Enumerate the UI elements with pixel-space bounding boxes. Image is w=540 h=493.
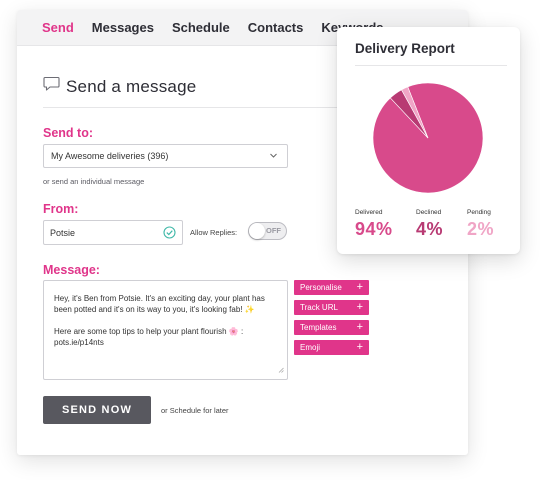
tab-contacts[interactable]: Contacts	[248, 20, 304, 35]
stat-pending: Pending 2%	[467, 209, 494, 240]
send-now-button[interactable]: SEND NOW	[43, 396, 151, 424]
tab-messages[interactable]: Messages	[92, 20, 154, 35]
message-label: Message:	[43, 263, 100, 277]
delivery-report-card: Delivery Report Delivered 94% Declined 4…	[337, 27, 520, 254]
from-label: From:	[43, 202, 79, 216]
stat-declined: Declined 4%	[416, 209, 443, 240]
emoji-button[interactable]: Emoji +	[294, 340, 369, 355]
plus-icon: +	[356, 321, 363, 333]
templates-label: Templates	[300, 323, 337, 332]
sender-name-value: Potsie	[50, 227, 76, 238]
message-textarea[interactable]: Hey, it's Ben from Potsie. It's an excit…	[43, 280, 288, 380]
resize-handle-icon[interactable]	[278, 365, 284, 376]
check-circle-icon	[163, 226, 176, 241]
message-paragraph: Here are some top tips to help your plan…	[54, 327, 244, 347]
sender-name-field[interactable]: Potsie	[43, 220, 183, 245]
stat-label: Pending	[467, 209, 491, 216]
personalise-label: Personalise	[300, 283, 342, 292]
tab-schedule[interactable]: Schedule	[172, 20, 230, 35]
emoji-label: Emoji	[300, 343, 321, 352]
personalise-button[interactable]: Personalise +	[294, 280, 369, 295]
delivery-pie-chart	[372, 82, 484, 194]
stat-label: Declined	[416, 209, 442, 216]
individual-message-link[interactable]: or send an individual message	[43, 177, 144, 186]
plus-icon: +	[356, 281, 363, 293]
stat-label: Delivered	[355, 209, 383, 216]
tab-send[interactable]: Send	[42, 20, 74, 35]
stat-value: 2%	[467, 219, 495, 239]
report-divider	[355, 65, 507, 66]
plus-icon: +	[356, 301, 363, 313]
send-to-label: Send to:	[43, 126, 93, 140]
schedule-later-link[interactable]: or Schedule for later	[161, 406, 229, 415]
chevron-down-icon	[269, 151, 278, 162]
page-title: Send a message	[66, 76, 197, 96]
page-heading: Send a message	[43, 76, 196, 97]
toggle-knob	[249, 223, 265, 239]
allow-replies-label: Allow Replies:	[190, 228, 238, 237]
toggle-state-text: OFF	[266, 226, 281, 235]
report-title: Delivery Report	[355, 41, 455, 56]
plus-icon: +	[356, 341, 363, 353]
stat-delivered: Delivered 94%	[355, 209, 393, 240]
templates-button[interactable]: Templates +	[294, 320, 369, 335]
allow-replies-toggle[interactable]: OFF	[248, 222, 287, 240]
speech-bubble-icon	[43, 76, 60, 97]
stat-value: 94%	[355, 219, 393, 239]
message-paragraph: Hey, it's Ben from Potsie. It's an excit…	[54, 294, 265, 314]
recipient-list-value: My Awesome deliveries (396)	[51, 151, 169, 161]
track-url-label: Track URL	[300, 303, 338, 312]
stat-value: 4%	[416, 219, 444, 239]
track-url-button[interactable]: Track URL +	[294, 300, 369, 315]
recipient-list-select[interactable]: My Awesome deliveries (396)	[43, 144, 288, 168]
